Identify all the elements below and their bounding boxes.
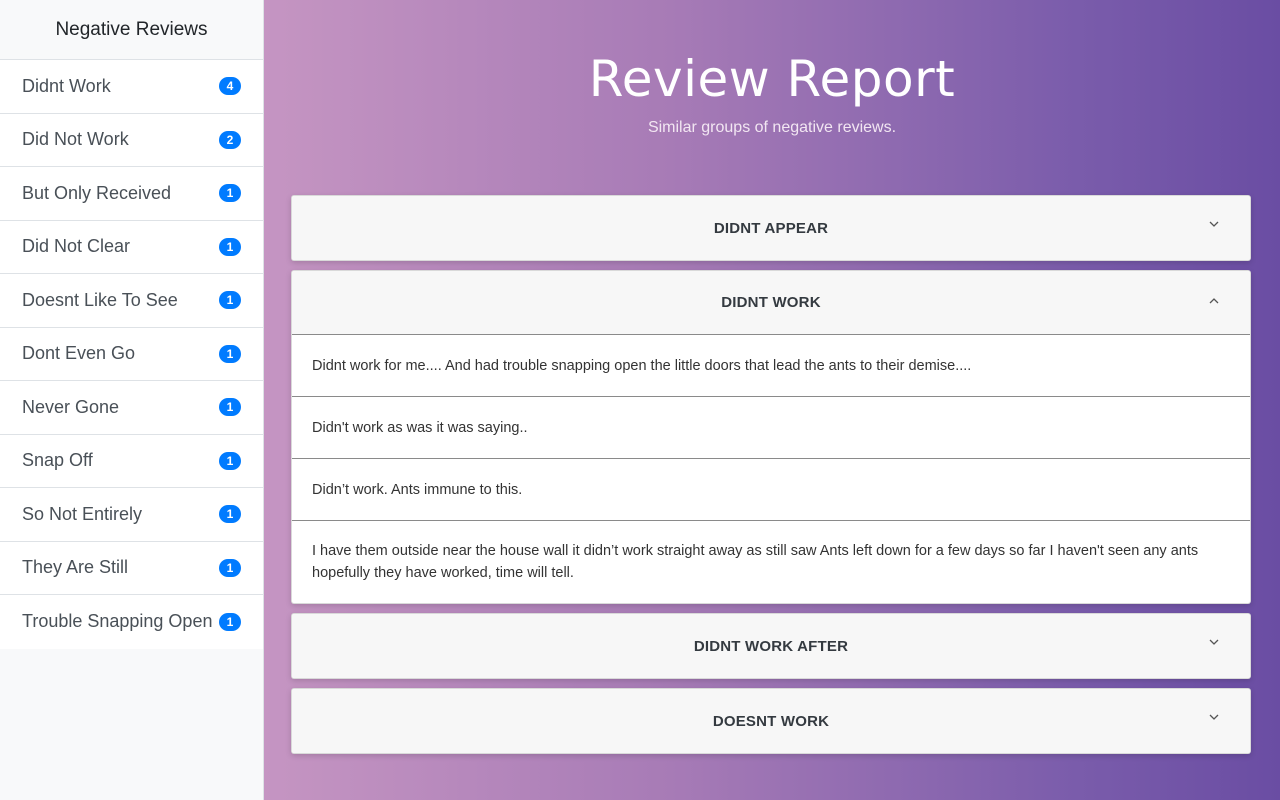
group-title: DIDNT WORK AFTER [693, 637, 849, 655]
review-item: I have them outside near the house wall … [312, 543, 1199, 581]
count-badge: 1 [219, 612, 241, 631]
review-group-card: DOESNT WORK [291, 688, 1251, 754]
count-badge: 1 [219, 558, 241, 577]
review-item: Didn't work as was it was saying.. [292, 397, 1250, 459]
sidebar-item-label: Did Not Clear [22, 236, 131, 257]
sidebar-item-dont-even-go[interactable]: Dont Even Go 1 [0, 327, 263, 381]
group-title: DIDNT APPEAR [713, 219, 829, 237]
chevron-down-icon [1209, 639, 1219, 645]
page-title: Review Report [588, 50, 956, 108]
sidebar-list: Didnt Work 4 Did Not Work 2 But Only Rec… [0, 60, 263, 649]
sidebar: Negative Reviews Didnt Work 4 Did Not Wo… [0, 0, 264, 800]
sidebar-item-label: But Only Received [22, 182, 172, 203]
review-item: Didnt work for me.... And had trouble sn… [292, 335, 1250, 397]
group-header-doesnt-work[interactable]: DOESNT WORK [292, 689, 1250, 753]
count-badge: 1 [219, 237, 241, 256]
sidebar-item-snap-off[interactable]: Snap Off 1 [0, 434, 263, 488]
sidebar-item-they-are-still[interactable]: They Are Still 1 [0, 541, 263, 595]
review-list: Didnt work for me.... And had trouble sn… [292, 335, 1250, 603]
sidebar-item-label: So Not Entirely [22, 503, 143, 524]
main-content: Review Report Similar groups of negative… [264, 0, 1280, 800]
sidebar-item-label: Dont Even Go [22, 343, 136, 364]
sidebar-item-label: Didnt Work [22, 75, 111, 96]
count-badge: 1 [219, 344, 241, 363]
count-badge: 4 [219, 77, 241, 96]
count-badge: 2 [219, 130, 241, 149]
sidebar-item-label: Doesnt Like To See [22, 289, 178, 310]
sidebar-item-never-gone[interactable]: Never Gone 1 [0, 381, 263, 435]
group-title: DIDNT WORK [721, 294, 821, 311]
review-accordion: DIDNT APPEAR DIDNT WORK Didnt work for m… [291, 195, 1251, 763]
group-header-didnt-appear[interactable]: DIDNT APPEAR [292, 196, 1250, 260]
sidebar-item-but-only-received[interactable]: But Only Received 1 [0, 167, 263, 221]
sidebar-item-label: They Are Still [22, 557, 129, 578]
chevron-down-icon [1209, 714, 1219, 720]
review-item: Didn’t work. Ants immune to this. [292, 459, 1250, 521]
sidebar-item-didnt-work[interactable]: Didnt Work 4 [0, 60, 263, 114]
count-badge: 1 [219, 184, 241, 203]
sidebar-item-doesnt-like-to-see[interactable]: Doesnt Like To See 1 [0, 274, 263, 328]
sidebar-item-so-not-entirely[interactable]: So Not Entirely 1 [0, 488, 263, 542]
group-title: DOESNT WORK [712, 712, 830, 730]
review-group-card: DIDNT APPEAR [291, 195, 1251, 261]
group-header-didnt-work-after[interactable]: DIDNT WORK AFTER [292, 614, 1250, 678]
sidebar-header: Negative Reviews [0, 0, 263, 60]
count-badge: 1 [219, 291, 241, 310]
review-group-card: DIDNT WORK AFTER [291, 613, 1251, 679]
app: Negative Reviews Didnt Work 4 Did Not Wo… [0, 0, 1280, 800]
sidebar-item-trouble-snapping-open[interactable]: Trouble Snapping Open 1 [0, 595, 263, 649]
group-header-didnt-work[interactable]: DIDNT WORK [292, 271, 1250, 335]
count-badge: 1 [219, 398, 241, 417]
page-subtitle: Similar groups of negative reviews. [647, 119, 897, 136]
sidebar-item-label: Snap Off [22, 450, 93, 471]
chevron-down-icon [1209, 221, 1219, 227]
sidebar-item-label: Trouble Snapping Open [22, 611, 213, 632]
chevron-up-icon [1209, 298, 1219, 304]
sidebar-item-did-not-work[interactable]: Did Not Work 2 [0, 113, 263, 167]
sidebar-item-label: Did Not Work [22, 129, 129, 150]
sidebar-item-did-not-clear[interactable]: Did Not Clear 1 [0, 220, 263, 274]
sidebar-item-label: Never Gone [22, 396, 120, 417]
review-group-card: DIDNT WORK Didnt work for me.... And had… [291, 270, 1251, 604]
count-badge: 1 [219, 505, 241, 524]
count-badge: 1 [219, 451, 241, 470]
